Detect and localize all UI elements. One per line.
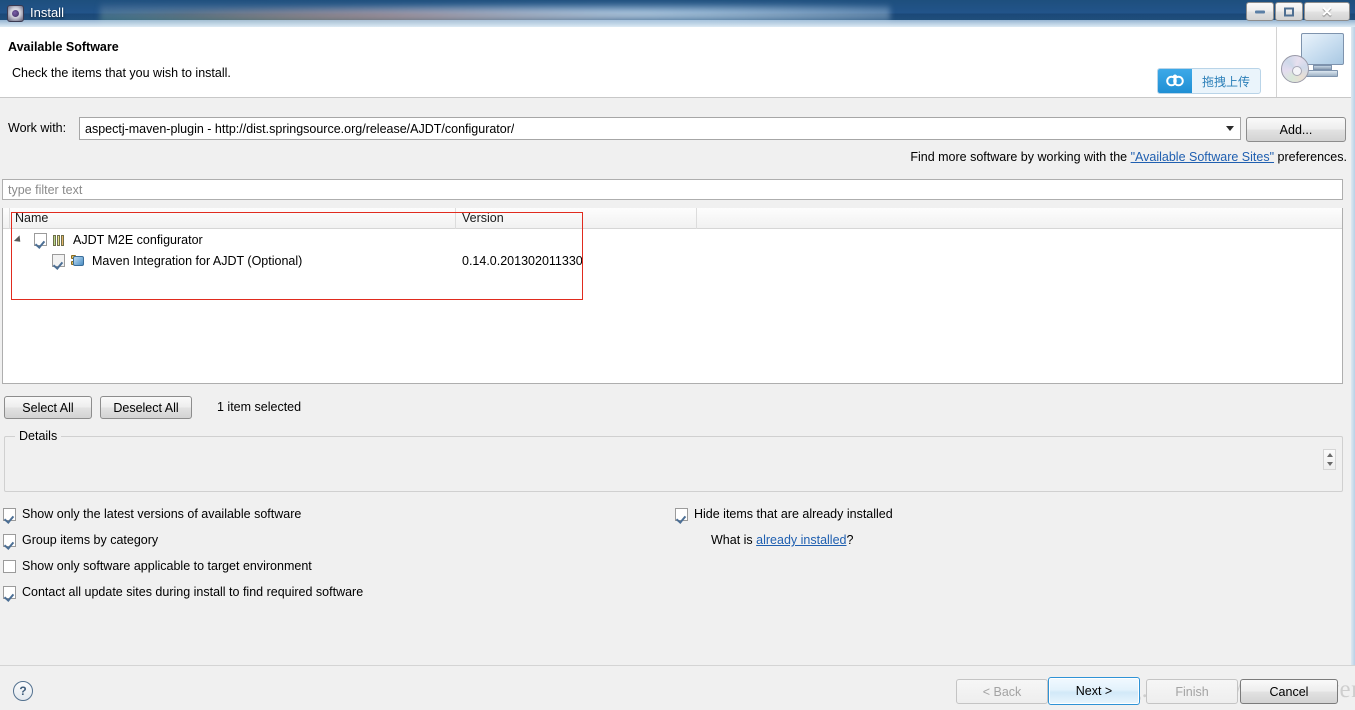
option-contact-all-update-sites[interactable]: Contact all update sites during install … bbox=[3, 585, 363, 599]
page-subtitle: Check the items that you wish to install… bbox=[12, 66, 231, 80]
row-checkbox[interactable] bbox=[34, 233, 47, 246]
checkbox[interactable] bbox=[3, 507, 16, 521]
deselect-all-button[interactable]: Deselect All bbox=[100, 396, 192, 419]
row-name: AJDT M2E configurator bbox=[73, 232, 203, 247]
column-header-name[interactable]: Name bbox=[15, 211, 48, 225]
select-all-button[interactable]: Select All bbox=[4, 396, 92, 419]
window-controls: ✕ bbox=[1246, 2, 1350, 21]
titlebar-sheen bbox=[0, 20, 1355, 27]
row-version: 0.14.0.201302011330 bbox=[462, 253, 583, 268]
what-is-already-installed-text: What is already installed? bbox=[711, 533, 853, 547]
maximize-button[interactable] bbox=[1275, 2, 1303, 21]
right-edge-shade bbox=[1351, 27, 1355, 665]
minimize-button[interactable] bbox=[1246, 2, 1274, 21]
close-button[interactable]: ✕ bbox=[1304, 2, 1350, 21]
table-body: AJDT M2E configurator Maven Integration … bbox=[3, 229, 1342, 271]
table-row[interactable]: AJDT M2E configurator bbox=[3, 229, 1342, 250]
feature-group-icon bbox=[53, 233, 67, 246]
option-label: Contact all update sites during install … bbox=[22, 585, 364, 599]
option-group-by-category[interactable]: Group items by category bbox=[3, 533, 158, 547]
row-checkbox[interactable] bbox=[52, 254, 65, 267]
checkbox[interactable] bbox=[3, 533, 16, 547]
help-icon[interactable]: ? bbox=[13, 681, 33, 701]
banner-divider bbox=[1276, 27, 1277, 97]
option-applicable-target-environment[interactable]: Show only software applicable to target … bbox=[3, 559, 312, 573]
next-button[interactable]: Next > bbox=[1048, 677, 1140, 705]
find-more-suffix: preferences. bbox=[1274, 150, 1348, 164]
what-is-prefix: What is bbox=[711, 533, 757, 547]
cancel-button[interactable]: Cancel bbox=[1240, 679, 1338, 704]
option-label: Hide items that are already installed bbox=[694, 507, 893, 521]
maximize-icon bbox=[1284, 7, 1294, 16]
table-row[interactable]: Maven Integration for AJDT (Optional) 0.… bbox=[3, 250, 1342, 271]
monitor-shape bbox=[1301, 33, 1344, 65]
spinner-up-icon[interactable] bbox=[1326, 452, 1333, 457]
column-divider[interactable] bbox=[455, 208, 456, 229]
checkbox[interactable] bbox=[675, 507, 688, 521]
table-header: Name Version bbox=[3, 208, 1342, 229]
available-software-sites-link[interactable]: "Available Software Sites" bbox=[1131, 150, 1274, 164]
spinner-up-down-icon[interactable] bbox=[1323, 449, 1336, 470]
chevron-down-icon bbox=[1226, 126, 1234, 131]
computer-cd-install-icon bbox=[1279, 28, 1349, 96]
wizard-banner: Available Software Check the items that … bbox=[0, 27, 1355, 98]
row-name: Maven Integration for AJDT (Optional) bbox=[92, 253, 303, 268]
footer-divider bbox=[0, 665, 1355, 666]
drag-upload-widget[interactable]: 拖拽上传 bbox=[1157, 68, 1261, 94]
plugin-icon bbox=[71, 254, 86, 268]
option-label: Group items by category bbox=[22, 533, 159, 547]
work-with-value: aspectj-maven-plugin - http://dist.sprin… bbox=[85, 121, 515, 136]
already-installed-link[interactable]: already installed bbox=[756, 533, 846, 547]
column-divider[interactable] bbox=[696, 208, 697, 229]
available-software-table[interactable]: Name Version AJDT M2E configurator Maven… bbox=[2, 208, 1343, 384]
what-is-suffix: ? bbox=[846, 533, 854, 547]
option-label: Show only software applicable to target … bbox=[22, 559, 312, 573]
option-label: Show only the latest versions of availab… bbox=[22, 507, 302, 521]
work-with-dropdown-button[interactable] bbox=[1220, 118, 1240, 139]
expand-triangle-icon[interactable] bbox=[13, 235, 24, 245]
drag-upload-label: 拖拽上传 bbox=[1201, 74, 1250, 89]
window-title: Install bbox=[30, 5, 64, 20]
finish-button[interactable]: Finish bbox=[1146, 679, 1238, 704]
option-hide-already-installed[interactable]: Hide items that are already installed bbox=[675, 507, 893, 521]
cd-disc-shape bbox=[1281, 55, 1309, 83]
find-more-software-text: Find more software by working with the "… bbox=[910, 150, 1347, 164]
add-site-button[interactable]: Add... bbox=[1246, 117, 1346, 142]
close-icon: ✕ bbox=[1321, 3, 1333, 19]
checkbox[interactable] bbox=[3, 559, 16, 573]
minimize-icon bbox=[1255, 10, 1265, 13]
cloud-upload-icon bbox=[1158, 69, 1192, 93]
selection-status: 1 item selected bbox=[217, 400, 302, 414]
column-divider[interactable] bbox=[9, 208, 10, 229]
details-group: Details bbox=[4, 429, 1343, 492]
checkbox[interactable] bbox=[3, 585, 16, 599]
column-header-version[interactable]: Version bbox=[462, 211, 504, 225]
monitor-base-shape bbox=[1306, 70, 1338, 77]
install-gear-icon bbox=[7, 5, 24, 22]
page-title: Available Software bbox=[8, 40, 119, 54]
find-more-prefix: Find more software by working with the bbox=[910, 150, 1131, 164]
work-with-combo[interactable]: aspectj-maven-plugin - http://dist.sprin… bbox=[79, 117, 1241, 140]
option-show-latest-versions[interactable]: Show only the latest versions of availab… bbox=[3, 507, 301, 521]
window-titlebar[interactable]: Install ✕ bbox=[0, 0, 1355, 27]
back-button[interactable]: < Back bbox=[956, 679, 1048, 704]
filter-input[interactable] bbox=[2, 179, 1343, 200]
work-with-label: Work with: bbox=[8, 121, 67, 135]
spinner-down-icon[interactable] bbox=[1326, 462, 1333, 467]
details-label: Details bbox=[15, 429, 62, 443]
